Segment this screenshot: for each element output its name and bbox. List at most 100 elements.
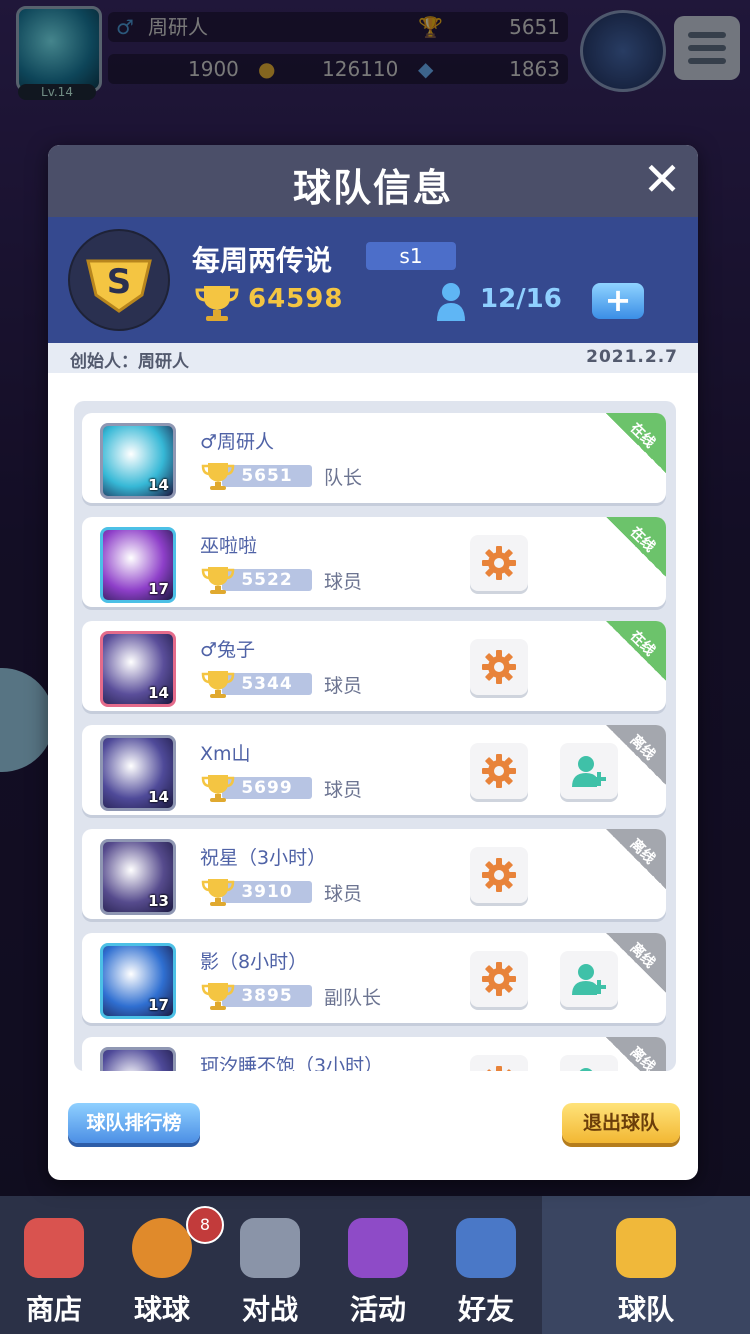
quit-team-button[interactable]: 退出球队 — [562, 1103, 680, 1143]
member-name: ♂周研人 — [200, 431, 275, 453]
gear-icon — [482, 754, 516, 788]
member-avatar[interactable]: 14 — [100, 631, 176, 707]
member-settings-button[interactable] — [470, 639, 528, 695]
member-count: 12/16 — [480, 284, 562, 314]
nav-shop[interactable]: 商店 — [0, 1196, 108, 1334]
add-friend-icon — [572, 756, 606, 787]
trophy-icon — [201, 983, 235, 1010]
modal-header: 球队信息 ✕ — [48, 145, 698, 217]
nav-events[interactable]: 活动 — [324, 1196, 432, 1334]
gear-icon — [485, 1066, 513, 1071]
member-avatar[interactable]: 14 — [100, 423, 176, 499]
trophy-icon — [201, 567, 235, 594]
member-level: 14 — [148, 684, 169, 702]
member-name: Xm山 — [200, 743, 251, 765]
member-role: 球员 — [324, 779, 363, 801]
member-name: ♂兔子 — [200, 639, 256, 661]
nav-battle[interactable]: 对战 — [216, 1196, 324, 1334]
status-ribbon: 在线 — [606, 621, 666, 681]
member-role: 球员 — [324, 883, 363, 905]
trophy-icon — [201, 879, 235, 906]
status-text: 在线 — [626, 524, 658, 556]
close-icon[interactable]: ✕ — [640, 156, 684, 203]
member-row[interactable]: 珂汐睡不饱（3小时） 离线 — [82, 1037, 666, 1071]
add-friend-icon — [579, 1068, 593, 1071]
status-text: 离线 — [626, 1044, 658, 1071]
trophy-icon — [201, 463, 235, 490]
member-settings-button[interactable] — [470, 951, 528, 1007]
team-panel: S 每周两传说 s1 64598 12/16 + — [48, 217, 698, 343]
trophy-icon — [195, 286, 239, 321]
status-text: 在线 — [626, 420, 658, 452]
member-row[interactable]: 13 祝星（3小时） 3910 球员 离线 — [82, 829, 666, 919]
member-level: 14 — [148, 788, 169, 806]
gear-icon — [482, 962, 516, 996]
member-row[interactable]: 17 影（8小时） 3895 副队长 离线 — [82, 933, 666, 1023]
status-text: 离线 — [626, 940, 658, 972]
member-avatar[interactable]: 13 — [100, 839, 176, 915]
member-name: 珂汐睡不饱（3小时） — [200, 1055, 384, 1071]
member-role: 球员 — [324, 675, 363, 697]
nav-label: 好友 — [457, 1293, 514, 1326]
founder-bar: 创始人：周研人 2021.2.7 — [48, 343, 698, 373]
status-text: 在线 — [626, 628, 658, 660]
nav-label: 商店 — [25, 1293, 82, 1326]
member-settings-button[interactable] — [470, 1055, 528, 1071]
member-row[interactable]: 14 ♂周研人 5651 队长 在线 — [82, 413, 666, 503]
ball-icon — [132, 1218, 192, 1278]
nav-label: 活动 — [349, 1293, 406, 1326]
gear-icon — [482, 858, 516, 892]
status-text: 离线 — [626, 836, 658, 868]
member-row[interactable]: 14 ♂兔子 5344 球员 在线 — [82, 621, 666, 711]
person-icon — [437, 283, 465, 321]
status-ribbon: 离线 — [606, 829, 666, 889]
status-ribbon: 在线 — [606, 413, 666, 473]
status-ribbon: 离线 — [606, 933, 666, 993]
member-settings-button[interactable] — [470, 847, 528, 903]
notification-badge: 8 — [186, 1206, 224, 1244]
member-level: 13 — [148, 892, 169, 910]
founder-text: 创始人：周研人 — [70, 352, 189, 372]
whistle-icon — [616, 1218, 676, 1278]
member-row[interactable]: 14 Xm山 5699 球员 离线 — [82, 725, 666, 815]
member-row[interactable]: 17 巫啦啦 5522 球员 在线 — [82, 517, 666, 607]
team-ranking-button[interactable]: 球队排行榜 — [68, 1103, 200, 1143]
team-name: 每周两传说 — [192, 244, 333, 277]
member-role: 队长 — [324, 467, 363, 489]
member-avatar[interactable] — [100, 1047, 176, 1071]
gear-icon — [482, 650, 516, 684]
trophy-icon — [201, 671, 235, 698]
party-popper-icon — [348, 1218, 408, 1278]
shop-icon — [24, 1218, 84, 1278]
nav-label: 球队 — [617, 1293, 674, 1326]
swords-icon — [240, 1218, 300, 1278]
gear-icon — [482, 546, 516, 580]
trophy-icon — [201, 775, 235, 802]
member-avatar[interactable]: 17 — [100, 527, 176, 603]
member-settings-button[interactable] — [470, 743, 528, 799]
team-logo-icon: S — [68, 229, 170, 331]
nav-label: 球球 — [133, 1293, 190, 1326]
nav-team[interactable]: 球队 — [542, 1196, 750, 1334]
bottom-nav: 商店 球球 对战 活动 好友 球队 — [0, 1196, 750, 1334]
svg-text:S: S — [107, 262, 132, 302]
nav-label: 对战 — [241, 1293, 298, 1326]
status-text: 离线 — [626, 732, 658, 764]
member-name: 祝星（3小时） — [200, 847, 327, 869]
member-level: 17 — [148, 996, 169, 1014]
nav-friends[interactable]: 好友 — [432, 1196, 540, 1334]
member-avatar[interactable]: 17 — [100, 943, 176, 1019]
member-settings-button[interactable] — [470, 535, 528, 591]
member-role: 副队长 — [324, 987, 382, 1009]
team-info-modal: 球队信息 ✕ S 每周两传说 s1 64598 12/16 + 创始人：周研人 … — [48, 145, 698, 1180]
member-name: 巫啦啦 — [200, 535, 258, 557]
add-member-button[interactable]: + — [592, 283, 644, 319]
status-ribbon: 在线 — [606, 517, 666, 577]
team-trophies: 64598 — [248, 284, 344, 314]
member-level: 14 — [148, 476, 169, 494]
member-list[interactable]: 14 ♂周研人 5651 队长 在线 17 巫啦啦 5522 球员 在线 14 ♂兔子 5344 球员 在线… — [74, 401, 676, 1071]
add-friend-icon — [572, 964, 606, 995]
member-avatar[interactable]: 14 — [100, 735, 176, 811]
friends-book-icon — [456, 1218, 516, 1278]
status-ribbon: 离线 — [606, 1037, 666, 1071]
